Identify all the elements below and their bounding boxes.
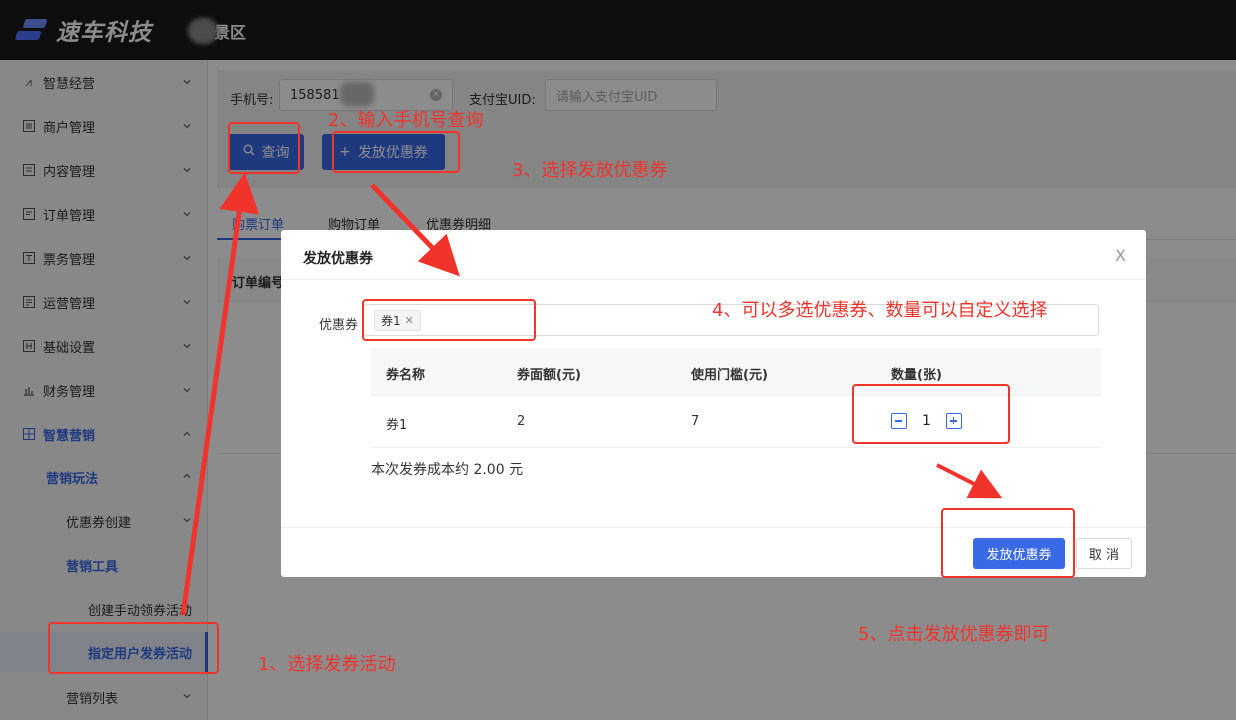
annotation-step-2: 2、输入手机号查询 bbox=[328, 110, 484, 131]
arrow-to-confirm bbox=[936, 463, 1003, 499]
arrow-to-query bbox=[180, 172, 260, 616]
annotation-step-3: 3、选择发放优惠券 bbox=[512, 160, 668, 181]
annotation-step-4: 4、可以多选优惠券、数量可以自定义选择 bbox=[712, 300, 1048, 321]
arrow-to-dialog bbox=[370, 183, 460, 277]
annotation-step-1: 1、选择发券活动 bbox=[258, 654, 396, 675]
annotation-step-5: 5、点击发放优惠券即可 bbox=[858, 624, 1050, 645]
annotation-arrows bbox=[180, 172, 1003, 616]
